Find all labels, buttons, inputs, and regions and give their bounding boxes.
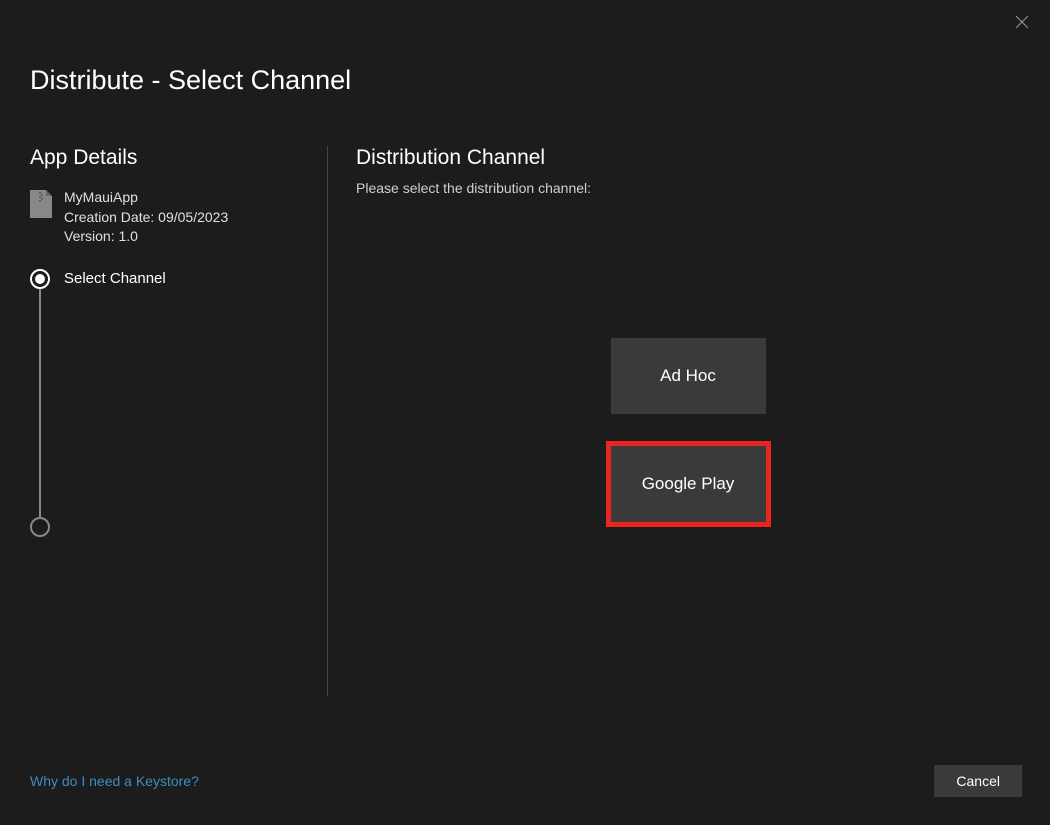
app-info: MyMauiApp Creation Date: 09/05/2023 Vers… [30, 188, 307, 247]
archive-file-icon [30, 190, 52, 218]
distribution-channel-subtext: Please select the distribution channel: [356, 180, 1020, 196]
app-details-heading: App Details [30, 146, 307, 170]
app-creation-date: Creation Date: 09/05/2023 [64, 208, 228, 228]
google-play-button[interactable]: Google Play [611, 446, 766, 522]
stepper: Select Channel [30, 269, 307, 537]
left-panel: App Details MyMauiApp Creation Date: 09/… [30, 146, 327, 696]
adhoc-button[interactable]: Ad Hoc [611, 338, 766, 414]
step-select-channel: Select Channel [30, 269, 307, 289]
keystore-help-link[interactable]: Why do I need a Keystore? [30, 773, 199, 789]
step-circle-active-icon [30, 269, 50, 289]
distribution-channel-heading: Distribution Channel [356, 146, 1020, 170]
step-label: Select Channel [64, 270, 166, 287]
step-connector-line [39, 289, 41, 517]
page-title: Distribute - Select Channel [0, 0, 1050, 96]
right-panel: Distribution Channel Please select the d… [327, 146, 1020, 696]
app-name: MyMauiApp [64, 188, 228, 208]
cancel-button[interactable]: Cancel [934, 765, 1022, 797]
close-icon [1015, 15, 1029, 29]
close-button[interactable] [1012, 12, 1032, 32]
step-end-circle-icon [30, 517, 50, 537]
app-version: Version: 1.0 [64, 227, 228, 247]
